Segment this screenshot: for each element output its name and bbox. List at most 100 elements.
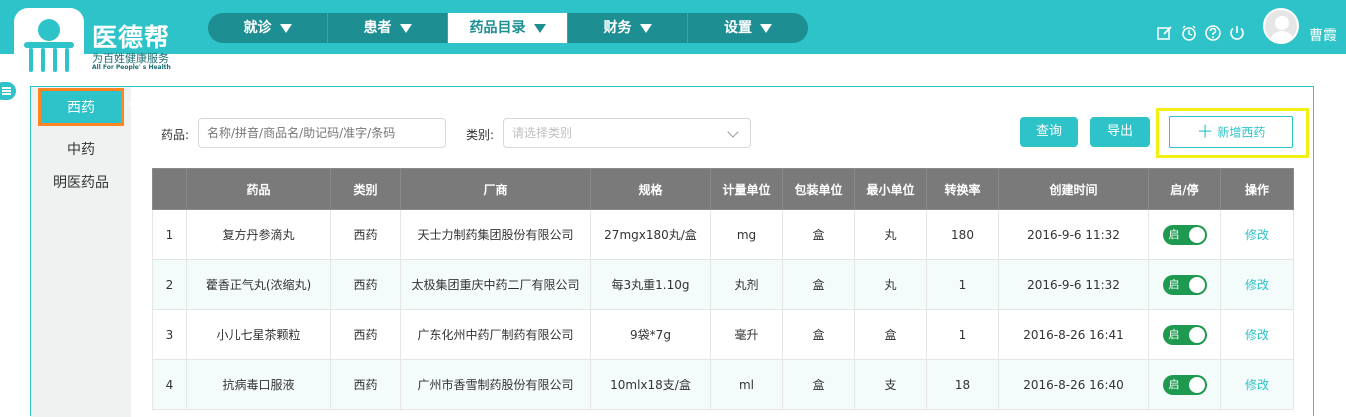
drug-unit: 丸剂 (710, 259, 783, 310)
drug-table: 药品 类别 厂商 规格 计量单位 包装单位 最小单位 转换率 创建时间 启/停 … (152, 168, 1294, 410)
drug-min-unit: 丸 (854, 259, 927, 310)
status-toggle-label: 启 (1168, 227, 1180, 241)
column-header[interactable]: 创建时间 (998, 168, 1149, 210)
table-row[interactable]: 3 小儿七星茶颗粒 西药 广东化州中药厂制药有限公司 9袋*7g 毫升 盒 盒 … (152, 309, 1294, 360)
nav-item-settings[interactable]: 设置 (688, 13, 808, 43)
drug-maker: 广州市香雪制药股份有限公司 (400, 359, 591, 410)
nav-item-label: 患者 (363, 20, 392, 36)
column-header[interactable]: 最小单位 (854, 168, 927, 210)
status-cell: 启 (1148, 259, 1221, 310)
drug-spec: 每3丸重1.10g (590, 259, 711, 310)
action-cell: 修改 (1220, 359, 1294, 410)
sidebar-item-chinese-medicine[interactable]: 中药 (31, 139, 131, 159)
column-header: 操作 (1220, 168, 1294, 210)
menu-icon (2, 87, 11, 89)
status-toggle[interactable]: 启 (1162, 374, 1207, 395)
row-number: 3 (152, 309, 187, 360)
status-cell: 启 (1148, 209, 1221, 260)
drug-name: 复方丹参滴丸 (186, 209, 331, 260)
column-header[interactable]: 药品 (186, 168, 331, 210)
sidebar-item-western-medicine[interactable]: 西药 (38, 88, 124, 126)
column-header[interactable]: 规格 (590, 168, 711, 210)
drug-created-time: 2016-8-26 16:41 (998, 309, 1149, 360)
drug-unit: mg (710, 209, 783, 260)
menu-icon-line (2, 93, 11, 95)
drug-unit: 毫升 (710, 309, 783, 360)
nav-item-patients[interactable]: 患者 (328, 13, 448, 43)
table-row[interactable]: 2 藿香正气丸(浓缩丸) 西药 太极集团重庆中药二厂有限公司 每3丸重1.10g… (152, 259, 1294, 310)
column-header[interactable]: 类别 (330, 168, 401, 210)
power-icon[interactable] (1228, 24, 1246, 42)
sidebar-pointer (129, 97, 136, 111)
drug-pack-unit: 盒 (782, 209, 855, 260)
sidebar-item-mingyi-drugs[interactable]: 明医药品 (31, 172, 131, 192)
row-number: 4 (152, 359, 187, 410)
status-toggle[interactable]: 启 (1162, 274, 1207, 295)
nav-item-label: 财务 (603, 20, 632, 36)
drug-name: 藿香正气丸(浓缩丸) (186, 259, 331, 310)
drug-maker: 天士力制药集团股份有限公司 (400, 209, 591, 260)
table-row[interactable]: 1 复方丹参滴丸 西药 天士力制药集团股份有限公司 27mgx180丸/盒 mg… (152, 209, 1294, 260)
nav-item-drug-catalog[interactable]: 药品目录 (448, 13, 568, 43)
status-toggle[interactable]: 启 (1162, 324, 1207, 345)
drug-conversion-rate: 1 (926, 309, 999, 360)
sidebar-toggle[interactable] (0, 82, 16, 100)
nav-item-label: 就诊 (243, 20, 272, 36)
drug-search-input[interactable] (198, 118, 446, 148)
column-header: 启/停 (1148, 168, 1221, 210)
nav-item-label: 药品目录 (469, 20, 526, 36)
edit-link[interactable]: 修改 (1245, 328, 1269, 342)
nav-item-label: 设置 (724, 20, 752, 36)
status-cell: 启 (1148, 359, 1221, 410)
brand-logo[interactable]: 医德帮 为百姓健康服务 All For People' s Health (10, 6, 200, 78)
status-toggle[interactable]: 启 (1162, 224, 1207, 245)
drug-pack-unit: 盒 (782, 259, 855, 310)
edit-link[interactable]: 修改 (1245, 278, 1269, 292)
action-cell: 修改 (1220, 309, 1294, 360)
toggle-knob (1188, 376, 1205, 393)
column-header[interactable]: 包装单位 (782, 168, 855, 210)
category-filter-label: 类别: (466, 128, 495, 142)
drug-pack-unit: 盒 (782, 309, 855, 360)
row-number: 1 (152, 209, 187, 260)
drug-created-time: 2016-9-6 11:32 (998, 209, 1149, 260)
logo-icon (14, 8, 84, 78)
highlight-outline (1156, 108, 1309, 158)
username[interactable]: 曹霞 (1309, 25, 1337, 45)
drug-name: 小儿七星茶颗粒 (186, 309, 331, 360)
brand-tagline-en: All For People' s Health (92, 64, 171, 71)
drug-maker: 广东化州中药厂制药有限公司 (400, 309, 591, 360)
toggle-knob (1188, 226, 1205, 243)
edit-link[interactable]: 修改 (1245, 228, 1269, 242)
action-cell: 修改 (1220, 259, 1294, 310)
avatar[interactable] (1263, 8, 1299, 44)
caret-down-icon (533, 23, 546, 33)
caret-down-icon (399, 23, 412, 33)
brand-name: 医德帮 (92, 23, 171, 52)
status-toggle-label: 启 (1168, 377, 1180, 391)
column-header[interactable]: 计量单位 (710, 168, 783, 210)
drug-unit: ml (710, 359, 783, 410)
drug-min-unit: 盒 (854, 309, 927, 360)
query-button[interactable]: 查询 (1020, 117, 1078, 147)
alarm-icon[interactable] (1180, 24, 1198, 42)
drug-category: 西药 (330, 359, 401, 410)
toggle-knob (1188, 276, 1205, 293)
export-button[interactable]: 导出 (1090, 117, 1150, 147)
table-row[interactable]: 4 抗病毒口服液 西药 广州市香雪制药股份有限公司 10mlx18支/盒 ml … (152, 359, 1294, 410)
edit-icon[interactable] (1156, 24, 1174, 42)
drug-conversion-rate: 18 (926, 359, 999, 410)
nav-item-finance[interactable]: 财务 (568, 13, 688, 43)
column-header (152, 168, 187, 210)
nav-item-visit[interactable]: 就诊 (208, 13, 328, 43)
category-select[interactable]: 请选择类别 (503, 118, 751, 148)
column-header[interactable]: 转换率 (926, 168, 999, 210)
help-icon[interactable] (1204, 24, 1222, 42)
row-number: 2 (152, 259, 187, 310)
drug-filter-label: 药品: (161, 128, 190, 142)
caret-down-icon (279, 23, 292, 33)
edit-link[interactable]: 修改 (1245, 378, 1269, 392)
avatar-head (1275, 16, 1289, 30)
action-cell: 修改 (1220, 209, 1294, 260)
column-header[interactable]: 厂商 (400, 168, 591, 210)
